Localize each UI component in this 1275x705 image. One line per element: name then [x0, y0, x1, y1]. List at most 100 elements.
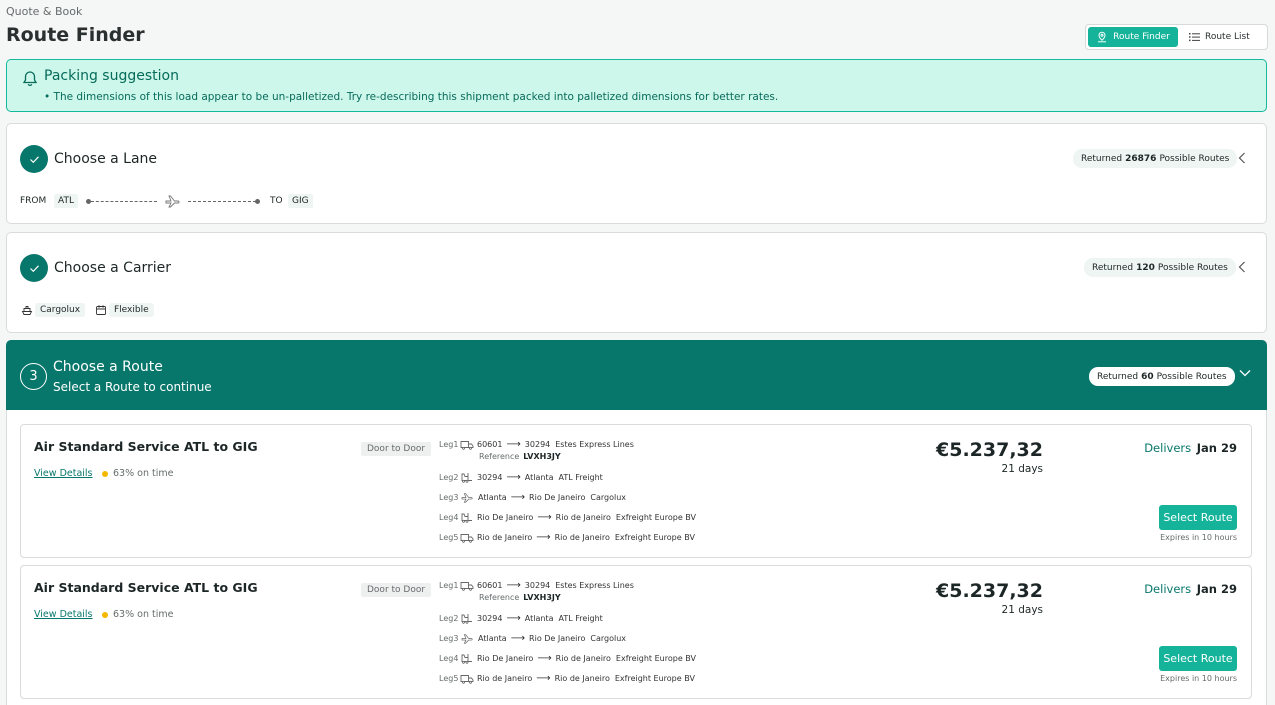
leg-number: Leg5 — [439, 533, 459, 542]
on-time-text: 63% on time — [113, 609, 174, 620]
service-name: Air Standard Service ATL to GIG — [34, 580, 258, 595]
plane-icon — [165, 195, 180, 208]
leg-row: Leg4 Rio De Janeiro ⟶ Rio de Janeiro Exf… — [439, 512, 696, 523]
leg-to: 30294 — [524, 581, 551, 590]
arrow-right-icon: ⟶ — [506, 613, 521, 624]
checkmark-icon — [29, 264, 39, 272]
map-pin-icon — [1098, 31, 1107, 43]
arrow-right-icon: ⟶ — [510, 633, 526, 644]
leg-number: Leg4 — [439, 654, 459, 663]
status-dot — [102, 470, 108, 477]
route-end-dot — [255, 199, 260, 204]
to-code: GIG — [288, 194, 313, 208]
route-step-subtitle: Select a Route to continue — [53, 380, 212, 394]
breadcrumb[interactable]: Quote & Book — [6, 5, 82, 18]
leg-carrier: Exfreight Europe BV — [614, 674, 695, 683]
leg-from: Rio de Janeiro — [477, 674, 533, 683]
arrow-right-icon: ⟶ — [506, 439, 521, 450]
leg-number: Leg3 — [439, 634, 459, 643]
service-name: Air Standard Service ATL to GIG — [34, 439, 258, 454]
route-dash-right — [188, 201, 256, 202]
select-route-button[interactable]: Select Route — [1159, 646, 1237, 671]
alert-text: • The dimensions of this load appear to … — [44, 91, 779, 103]
leg-to: 30294 — [524, 440, 551, 449]
delivers-date: Jan 29 — [1196, 582, 1237, 596]
route-card: Air Standard Service ATL to GIG View Det… — [20, 565, 1252, 699]
forklift-icon — [461, 654, 472, 664]
leg-carrier: Exfreight Europe BV — [614, 533, 695, 542]
leg-carrier: ATL Freight — [558, 614, 603, 623]
page-title: Route Finder — [6, 24, 145, 46]
expiry-text: Expires in 10 hours — [1160, 674, 1237, 683]
leg-from: 30294 — [477, 614, 503, 623]
returned-prefix: Returned — [1092, 262, 1134, 273]
leg-row: Leg3 Atlanta ⟶ Rio De Janeiro Cargolux — [439, 633, 626, 644]
leg-from: Atlanta — [478, 493, 507, 502]
forklift-icon — [461, 473, 472, 483]
select-route-button[interactable]: Select Route — [1159, 505, 1237, 530]
leg-to: Rio de Janeiro — [555, 654, 611, 663]
arrow-right-icon: ⟶ — [510, 492, 526, 503]
bell-icon — [22, 71, 38, 87]
arrow-right-icon: ⟶ — [537, 653, 552, 664]
leg-carrier: Exfreight Europe BV — [615, 513, 697, 522]
leg-from: Rio De Janeiro — [477, 513, 534, 522]
returned-prefix: Returned — [1097, 371, 1139, 382]
leg-to: Atlanta — [524, 614, 554, 623]
route-dash-left — [91, 201, 157, 202]
leg-to: Rio De Janeiro — [529, 493, 586, 502]
leg-from: 60601 — [477, 581, 503, 590]
leg-from: Atlanta — [478, 634, 507, 643]
leg-carrier: ATL Freight — [558, 473, 603, 482]
returned-count: 120 — [1136, 262, 1155, 273]
leg-from: 30294 — [477, 473, 503, 482]
expiry-text: Expires in 10 hours — [1160, 533, 1237, 542]
forklift-icon — [461, 513, 472, 523]
on-time-indicator: 63% on time — [102, 468, 173, 479]
returned-suffix: Possible Routes — [1159, 153, 1230, 164]
route-list-toggle[interactable]: Route List — [1182, 27, 1257, 47]
reference: Reference LVXH3JY — [479, 452, 561, 461]
leg-from: Rio De Janeiro — [477, 654, 534, 663]
checkmark-icon — [29, 155, 39, 163]
truck-icon — [460, 533, 474, 543]
truck-icon — [460, 581, 474, 591]
status-dot — [102, 611, 108, 618]
route-list-label: Route List — [1205, 32, 1250, 42]
returned-suffix: Possible Routes — [1157, 262, 1228, 273]
forklift-icon — [461, 614, 472, 624]
view-details-link[interactable]: View Details — [34, 609, 93, 620]
from-label: FROM — [20, 196, 47, 206]
view-details-link[interactable]: View Details — [34, 468, 93, 479]
carrier-step-title: Choose a Carrier — [54, 260, 172, 276]
route-finder-toggle[interactable]: Route Finder — [1088, 27, 1178, 47]
route-card: Air Standard Service ATL to GIG View Det… — [20, 424, 1252, 558]
arrow-right-icon: ⟶ — [536, 673, 551, 684]
leg-row: Leg3 Atlanta ⟶ Rio De Janeiro Cargolux — [439, 492, 626, 503]
returned-prefix: Returned — [1081, 153, 1123, 164]
transit-days: 21 days — [1001, 604, 1043, 616]
transit-days: 21 days — [1001, 463, 1043, 475]
reference-label: Reference — [479, 593, 520, 602]
chevron-left-icon[interactable] — [1238, 261, 1246, 273]
truck-icon — [460, 674, 474, 684]
alert-title: Packing suggestion — [44, 68, 179, 84]
schedule-label: Flexible — [109, 303, 154, 317]
reference-code: LVXH3JY — [523, 452, 561, 461]
carrier-card: Choose a Carrier Returned 120 Possible Rou… — [6, 232, 1267, 333]
leg-number: Leg1 — [439, 440, 459, 449]
leg-carrier: Estes Express Lines — [555, 581, 634, 590]
on-time-indicator: 63% on time — [102, 609, 173, 620]
arrow-right-icon: ⟶ — [506, 580, 521, 591]
lane-card: Choose a Lane Returned 26876 Possible Rout… — [6, 123, 1267, 224]
leg-carrier: Cargolux — [590, 634, 627, 643]
plane-icon — [461, 493, 473, 503]
leg-row: Leg2 30294 ⟶ Atlanta ATL Freight — [439, 472, 603, 483]
carrier-chip: Cargolux — [21, 303, 86, 317]
step-number: 3 — [20, 363, 47, 390]
chevron-down-icon[interactable] — [1239, 369, 1251, 377]
chevron-left-icon[interactable] — [1238, 152, 1246, 164]
leg-number: Leg2 — [439, 614, 459, 623]
leg-carrier: Exfreight Europe BV — [615, 654, 697, 663]
route-step-title: Choose a Route — [53, 359, 163, 375]
